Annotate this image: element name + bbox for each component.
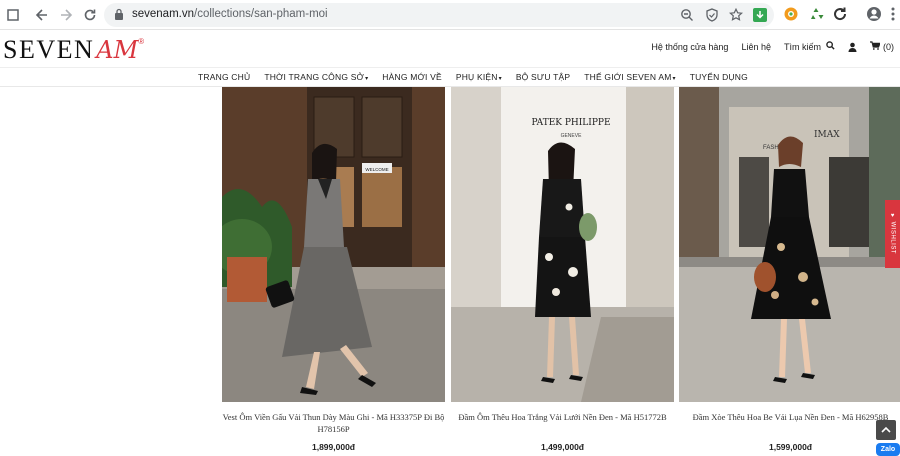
extension-orange-icon[interactable] — [783, 6, 799, 22]
nav-item-collections[interactable]: BỘ SƯU TẬP — [516, 72, 570, 82]
nav-item-careers[interactable]: TUYỂN DỤNG — [690, 72, 748, 82]
profile-icon[interactable] — [866, 6, 882, 22]
site-header: SEVEN AM ® Hệ thống cửa hàng Liên hệ Tìm… — [0, 30, 900, 67]
recycle-icon[interactable] — [808, 6, 824, 22]
contact-link[interactable]: Liên hệ — [741, 42, 771, 52]
nav-item-office-fashion[interactable]: THỜI TRANG CÔNG SỞ▾ — [264, 72, 368, 82]
product-price: 1,599,000đ — [768, 442, 812, 452]
product-name[interactable]: Đầm Ôm Thêu Hoa Trắng Vải Lưới Nền Đen -… — [451, 411, 674, 423]
back-icon[interactable] — [33, 6, 51, 24]
main-nav: TRANG CHỦ THỜI TRANG CÔNG SỞ▾ HÀNG MỚI V… — [0, 67, 900, 87]
product-image[interactable]: PATEK PHILIPPE GENEVE — [451, 87, 674, 402]
shield-icon[interactable] — [705, 8, 719, 22]
bookmark-star-icon[interactable] — [729, 8, 743, 22]
patek-sign: PATEK PHILIPPE — [531, 118, 610, 128]
wishlist-tab[interactable]: ♥ WISHLIST — [885, 200, 900, 268]
product-price: 1,499,000đ — [540, 442, 584, 452]
reload-icon[interactable] — [81, 6, 99, 24]
url-text: sevenam.vn/collections/san-pham-moi — [132, 8, 328, 20]
scroll-top-button[interactable] — [876, 420, 896, 440]
user-icon[interactable] — [848, 42, 857, 52]
imax-sign: IMAX — [814, 130, 840, 140]
address-bar[interactable]: sevenam.vn/collections/san-pham-moi — [104, 3, 774, 27]
window-icon[interactable] — [4, 6, 22, 24]
cart-count: (0) — [883, 42, 894, 52]
store-system-link[interactable]: Hệ thống cửa hàng — [651, 42, 728, 52]
nav-item-home[interactable]: TRANG CHỦ — [198, 72, 250, 82]
product-name[interactable]: Vest Ôm Viền Gấu Vải Thun Dày Màu Ghi - … — [222, 411, 445, 435]
product-image[interactable]: WELCOME — [222, 87, 445, 402]
welcome-sign: WELCOME — [365, 167, 388, 172]
zoom-icon[interactable] — [680, 8, 694, 22]
zalo-chat-button[interactable]: Zalo — [876, 443, 900, 456]
nav-item-new-arrivals[interactable]: HÀNG MỚI VỀ — [382, 72, 442, 82]
search-link[interactable]: Tìm kiếm — [784, 41, 836, 52]
nav-item-seven-am-world[interactable]: THẾ GIỚI SEVEN AM▾ — [584, 72, 675, 82]
nav-item-accessories[interactable]: PHỤ KIỆN▾ — [456, 72, 502, 82]
product-card[interactable]: WELCOME Vest Ôm Viền Gấu Vải Thun Dày Mà… — [222, 87, 445, 452]
header-links: Hệ thống cửa hàng Liên hệ Tìm kiếm (0) — [638, 41, 894, 52]
menu-dots-icon[interactable] — [885, 6, 900, 22]
cart-icon — [870, 41, 882, 50]
geneve-sign: GENEVE — [561, 133, 583, 139]
chevron-down-icon: ▾ — [365, 76, 369, 82]
chevron-down-icon: ▾ — [498, 76, 502, 82]
cart-link[interactable]: (0) — [870, 41, 894, 52]
product-grid: WELCOME Vest Ôm Viền Gấu Vải Thun Dày Mà… — [0, 87, 900, 456]
logo[interactable]: SEVEN AM ® — [3, 35, 144, 65]
lock-icon[interactable] — [114, 8, 124, 21]
search-icon — [826, 41, 836, 50]
product-image[interactable]: FASHION IMAX — [679, 87, 900, 402]
search-label: Tìm kiếm — [783, 42, 821, 52]
forward-icon[interactable] — [57, 6, 75, 24]
product-card[interactable]: PATEK PHILIPPE GENEVE Đầm Ôm Thêu Hoa Tr… — [451, 87, 674, 452]
product-price: 1,899,000đ — [311, 442, 355, 452]
product-name[interactable]: Đầm Xòe Thêu Hoa Be Vải Lụa Nền Đen - Mã… — [679, 411, 900, 423]
chevron-up-icon — [881, 426, 891, 433]
download-icon[interactable] — [753, 8, 767, 22]
sync-icon[interactable] — [832, 6, 848, 22]
chevron-down-icon: ▾ — [672, 76, 676, 82]
product-card[interactable]: FASHION IMAX Đầm Xòe Thêu Hoa Be Vải Lụa… — [679, 87, 900, 452]
browser-toolbar: sevenam.vn/collections/san-pham-moi — [0, 0, 900, 30]
